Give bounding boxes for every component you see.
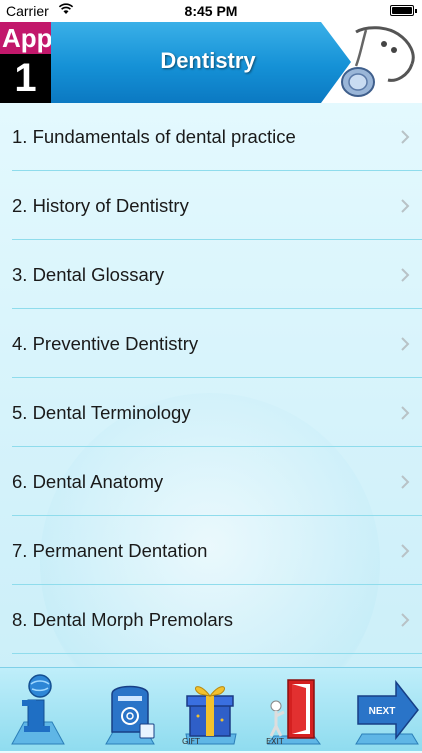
bottom-toolbar: GIFT EXIT NEXT: [0, 667, 422, 751]
topic-list: 1. Fundamentals of dental practice 2. Hi…: [0, 103, 422, 667]
list-item[interactable]: 2. History of Dentistry: [0, 172, 422, 240]
mailbox-icon: [105, 685, 155, 745]
chevron-right-icon: [401, 268, 410, 282]
list-item-label: 6. Dental Anatomy: [12, 471, 164, 492]
list-item-label: 2. History of Dentistry: [12, 195, 189, 216]
app-badge-top: App: [0, 22, 51, 54]
list-item-label: 1. Fundamentals of dental practice: [12, 126, 296, 147]
exit-button[interactable]: EXIT: [262, 672, 326, 748]
chevron-right-icon: [401, 475, 410, 489]
gift-caption: GIFT: [182, 737, 200, 746]
contact-button[interactable]: [100, 672, 160, 748]
clock: 8:45 PM: [184, 3, 238, 19]
chevron-right-icon: [401, 613, 410, 627]
row-divider: [12, 308, 422, 309]
list-item-label: 3. Dental Glossary: [12, 264, 165, 285]
next-label: NEXT: [369, 706, 396, 717]
page-title: Dentistry: [160, 48, 256, 73]
app-badge-number: 1: [14, 56, 37, 100]
info-button[interactable]: [4, 672, 72, 748]
gift-button[interactable]: GIFT: [178, 672, 242, 748]
chevron-right-icon: [401, 544, 410, 558]
list-item-label: 8. Dental Morph Premolars: [12, 609, 234, 630]
battery-icon: [390, 5, 417, 16]
status-bar: Carrier 8:45 PM: [0, 0, 422, 22]
list-item[interactable]: 6. Dental Anatomy: [0, 448, 422, 516]
info-icon: [11, 674, 65, 745]
list-item[interactable]: 4. Preventive Dentistry: [0, 310, 422, 378]
chevron-right-icon: [401, 337, 410, 351]
header: App 1 Dentistry: [0, 22, 422, 103]
app-badge: App 1: [0, 22, 51, 103]
row-divider: [12, 584, 422, 585]
list-item[interactable]: 5. Dental Terminology: [0, 379, 422, 447]
list-item-label: 5. Dental Terminology: [12, 402, 191, 423]
chevron-right-icon: [401, 406, 410, 420]
row-divider: [12, 653, 422, 654]
stethoscope-icon: [341, 26, 415, 97]
exit-caption: EXIT: [266, 737, 284, 746]
next-arrow-icon: NEXT: [355, 679, 419, 745]
chevron-right-icon: [401, 199, 410, 213]
row-divider: [12, 377, 422, 378]
list-item[interactable]: 3. Dental Glossary: [0, 241, 422, 309]
list-item[interactable]: 1. Fundamentals of dental practice: [0, 103, 422, 171]
row-divider: [12, 515, 422, 516]
chevron-right-icon: [401, 130, 410, 144]
list-item[interactable]: 7. Permanent Dentation: [0, 517, 422, 585]
list-item[interactable]: 8. Dental Morph Premolars: [0, 586, 422, 654]
row-divider: [12, 446, 422, 447]
row-divider: [12, 239, 422, 240]
list-item-label: 4. Preventive Dentistry: [12, 333, 199, 354]
next-button[interactable]: NEXT: [352, 672, 422, 748]
list-item-label: 7. Permanent Dentation: [12, 540, 208, 561]
row-divider: [12, 170, 422, 171]
